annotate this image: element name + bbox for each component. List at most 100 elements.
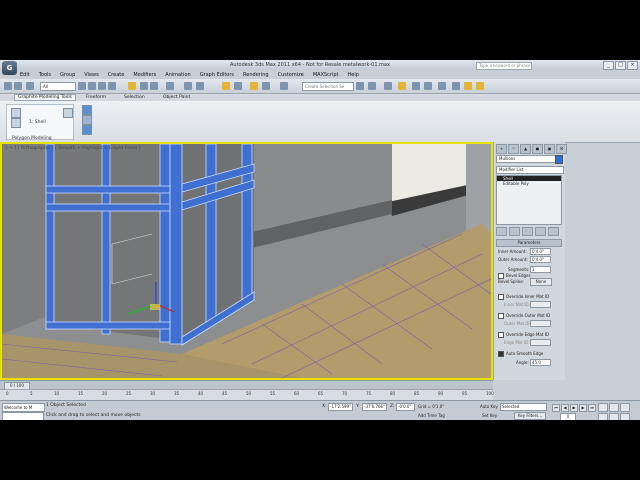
x-coord-field[interactable]: -17'2.599" <box>328 403 353 411</box>
next-frame-icon[interactable]: ▶ <box>579 404 587 412</box>
stack-item-editable-poly[interactable]: Editable Poly <box>497 181 561 186</box>
menu-modifiers[interactable]: Modifiers <box>133 72 156 78</box>
angle-snap-icon[interactable] <box>234 82 242 90</box>
zoom-icon[interactable] <box>598 403 608 412</box>
display-tab[interactable]: ▣ <box>544 144 555 154</box>
tab-freeform[interactable]: Freeform <box>86 95 106 100</box>
snaps-toggle-icon[interactable] <box>222 82 230 90</box>
auto-key-button[interactable]: Auto Key <box>480 404 498 409</box>
maxscript-output[interactable] <box>2 412 44 420</box>
menu-animation[interactable]: Animation <box>165 72 191 78</box>
inner-amount-spinner[interactable]: 0'4.0" <box>530 248 551 255</box>
auto-smooth-edge-check[interactable] <box>498 351 504 357</box>
application-button[interactable]: G <box>2 61 17 75</box>
edit-named-selection-icon[interactable] <box>280 82 288 90</box>
object-color-swatch[interactable] <box>555 155 563 164</box>
pivot-icon[interactable] <box>184 82 192 90</box>
mirror-icon[interactable] <box>356 82 364 90</box>
parameters-rollout[interactable]: Parameters <box>496 239 562 247</box>
render-setup-icon[interactable] <box>452 82 460 90</box>
rect-selection-icon[interactable] <box>98 82 106 90</box>
object-name-field[interactable]: Mullions <box>496 155 556 163</box>
key-filters-button[interactable]: Key Filters... <box>514 412 546 420</box>
outer-amount-spinner[interactable]: 0'4.0" <box>530 256 551 263</box>
rotate-icon[interactable] <box>140 82 148 90</box>
layer-manager-icon[interactable] <box>384 82 392 90</box>
material-editor-icon[interactable] <box>438 82 446 90</box>
zoom-all-icon[interactable] <box>609 403 619 412</box>
configure-sets-icon[interactable] <box>548 227 559 236</box>
menu-create[interactable]: Create <box>108 72 125 78</box>
override-outer-check[interactable] <box>498 313 504 319</box>
vertex-icon[interactable] <box>11 118 21 128</box>
previous-frame-icon[interactable]: ◀ <box>561 404 569 412</box>
polygon-modeling-title[interactable]: Polygon Modeling <box>12 136 52 141</box>
bevel-spline-button[interactable]: None <box>530 278 552 286</box>
segments-spinner[interactable]: 1 <box>530 266 551 273</box>
select-manipulate-icon[interactable] <box>196 82 204 90</box>
set-key-button[interactable]: Set Key <box>482 413 497 418</box>
show-end-result-icon[interactable] <box>509 227 520 236</box>
remove-modifier-icon[interactable] <box>535 227 546 236</box>
menu-rendering[interactable]: Rendering <box>243 72 269 78</box>
hierarchy-tab[interactable]: ▲ <box>520 144 531 154</box>
align-icon[interactable] <box>368 82 376 90</box>
key-mode-dropdown[interactable]: Selected <box>500 403 547 411</box>
override-edge-check[interactable] <box>498 332 504 338</box>
pin-stack-icon[interactable] <box>496 227 507 236</box>
override-inner-checkbox[interactable]: Override Inner Mat ID <box>498 294 549 300</box>
menu-edit[interactable]: Edit <box>20 72 30 78</box>
override-inner-check[interactable] <box>498 294 504 300</box>
modify-tab[interactable]: ◠ <box>508 144 519 154</box>
create-tab[interactable]: + <box>496 144 507 154</box>
named-selection-dropdown[interactable]: Create Selection Se <box>302 82 354 91</box>
move-icon[interactable] <box>128 82 136 90</box>
close-button[interactable]: × <box>627 61 638 70</box>
motion-tab[interactable]: ● <box>532 144 543 154</box>
curve-editor-icon[interactable] <box>412 82 420 90</box>
window-crossing-icon[interactable] <box>108 82 116 90</box>
graphite-toggle-icon[interactable] <box>398 82 406 90</box>
polygon-icon[interactable] <box>82 125 92 135</box>
maximize-button[interactable]: □ <box>615 61 626 70</box>
utilities-tab[interactable]: ⚒ <box>556 144 567 154</box>
add-time-tag-button[interactable]: Add Time Tag <box>418 413 445 418</box>
menu-customize[interactable]: Customize <box>278 72 304 78</box>
outer-mat-id-spinner[interactable] <box>530 320 551 327</box>
go-to-end-icon[interactable]: ⏭ <box>588 404 596 412</box>
minimize-button[interactable]: _ <box>603 61 614 70</box>
selection-filter-dropdown[interactable]: All <box>40 82 76 91</box>
spinner-snap-icon[interactable] <box>262 82 270 90</box>
menu-tools[interactable]: Tools <box>39 72 51 78</box>
menu-views[interactable]: Views <box>84 72 98 78</box>
maxscript-listener[interactable]: Welcome to M <box>2 403 45 412</box>
tab-selection[interactable]: Selection <box>124 95 145 100</box>
link-icon[interactable] <box>26 82 34 90</box>
search-input[interactable]: Type a keyword or phrase <box>476 62 532 70</box>
toggle-command-panel-icon[interactable] <box>82 115 92 125</box>
make-unique-icon[interactable] <box>522 227 533 236</box>
scale-icon[interactable] <box>150 82 158 90</box>
redo-icon[interactable] <box>14 82 22 90</box>
perspective-viewport[interactable]: [ + ] [ Orthographic ] [ Smooth + Highli… <box>0 142 493 380</box>
menu-graph-editors[interactable]: Graph Editors <box>200 72 234 78</box>
viewport-label[interactable]: [ + ] [ Orthographic ] [ Smooth + Highli… <box>6 146 140 151</box>
modify-mode-icon[interactable] <box>11 108 21 118</box>
pan-icon[interactable] <box>620 413 630 420</box>
edge-icon[interactable] <box>63 108 73 118</box>
override-outer-checkbox[interactable]: Override Outer Mat ID <box>498 313 550 319</box>
menu-group[interactable]: Group <box>60 72 75 78</box>
percent-snap-icon[interactable] <box>250 82 258 90</box>
zoom-extents-all-icon[interactable] <box>598 413 608 420</box>
zoom-extents-icon[interactable] <box>620 403 630 412</box>
select-object-icon[interactable] <box>78 82 86 90</box>
tab-graphite-modeling-tools[interactable]: Graphite Modeling Tools <box>14 94 77 101</box>
inner-mat-id-spinner[interactable] <box>530 301 551 308</box>
current-frame-field[interactable]: 0 <box>560 413 576 420</box>
collapse-stack-icon[interactable] <box>82 105 92 115</box>
menu-maxscript[interactable]: MAXScript <box>313 72 339 78</box>
play-icon[interactable]: ▶ <box>570 404 578 412</box>
field-of-view-icon[interactable] <box>609 413 619 420</box>
schematic-view-icon[interactable] <box>424 82 432 90</box>
modifier-list-dropdown[interactable]: Modifier List <box>496 166 564 174</box>
